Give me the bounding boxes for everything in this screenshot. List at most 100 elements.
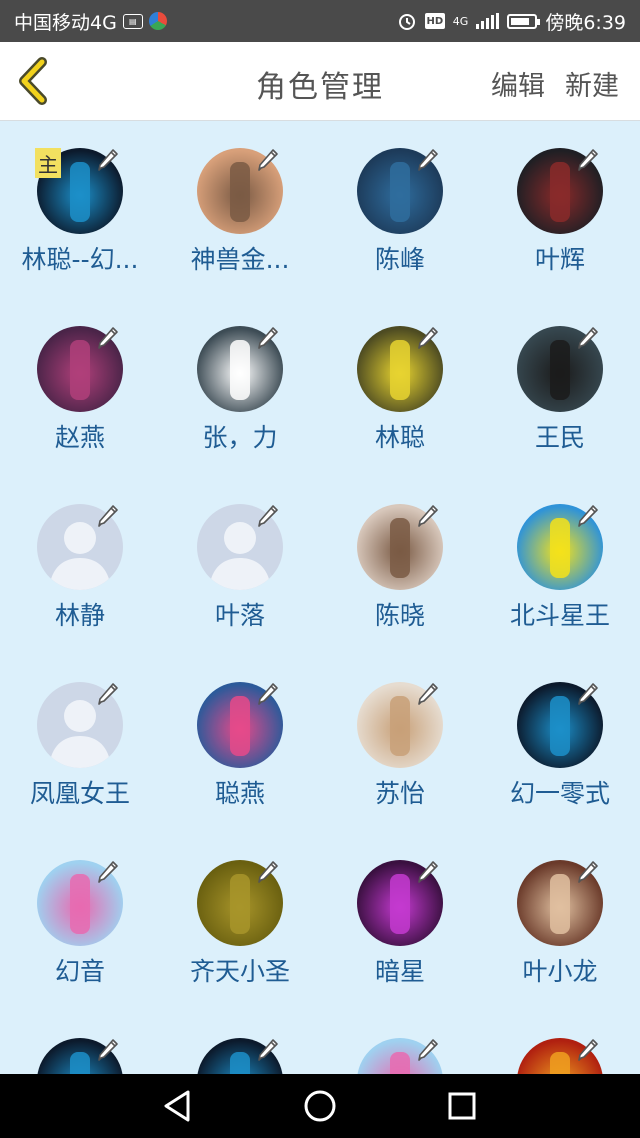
role-item[interactable]: 苏怡 (320, 654, 480, 832)
role-item[interactable]: 张，力 (160, 298, 320, 476)
role-name: 叶小龙 (522, 957, 598, 986)
role-item[interactable]: 叶辉 (480, 120, 640, 298)
pencil-icon[interactable] (255, 502, 281, 528)
role-name: 张，力 (202, 423, 278, 452)
nav-back-button[interactable] (160, 1088, 196, 1124)
sim-icon: ▤ (122, 13, 143, 29)
character-figure (390, 518, 410, 578)
character-figure (390, 1052, 410, 1074)
role-item[interactable]: 凤凰女王 (0, 654, 160, 832)
character-figure (550, 696, 570, 756)
status-bar: 中国移动4G ▤ HD 4G 傍晚6:39 (0, 0, 640, 42)
pencil-icon[interactable] (95, 680, 121, 706)
role-item[interactable]: 神兽金... (160, 120, 320, 298)
role-item[interactable]: 陈晓 (320, 476, 480, 654)
role-item[interactable]: 聪燕 (160, 654, 320, 832)
role-item[interactable] (160, 1010, 320, 1074)
main-role-badge: 主 (35, 148, 61, 178)
pencil-icon[interactable] (575, 146, 601, 172)
nav-recents-button[interactable] (444, 1088, 480, 1124)
role-item[interactable]: 叶小龙 (480, 832, 640, 1010)
role-item[interactable]: 叶落 (160, 476, 320, 654)
character-figure (550, 162, 570, 222)
role-item[interactable]: 主林聪--幻... (0, 120, 160, 298)
circle-home-icon (304, 1090, 336, 1122)
pencil-icon[interactable] (575, 1036, 601, 1062)
role-name: 叶落 (214, 601, 265, 630)
system-nav-bar (0, 1074, 640, 1138)
pencil-icon[interactable] (415, 680, 441, 706)
pencil-icon[interactable] (575, 502, 601, 528)
character-figure (550, 518, 570, 578)
app-notification-icon (148, 12, 167, 30)
role-name: 陈晓 (374, 601, 425, 630)
character-figure (390, 340, 410, 400)
pencil-icon[interactable] (415, 502, 441, 528)
role-grid: 主林聪--幻... 神兽金... 陈峰 叶辉赵燕 张，力 林聪 王民林静 叶落 陈晓 北斗星王凤凰… (0, 120, 640, 1074)
role-item[interactable] (320, 1010, 480, 1074)
pencil-icon[interactable] (255, 324, 281, 350)
pencil-icon[interactable] (575, 680, 601, 706)
triangle-back-icon (164, 1090, 190, 1122)
pencil-icon[interactable] (95, 858, 121, 884)
pencil-icon[interactable] (575, 858, 601, 884)
character-figure (550, 1052, 570, 1074)
alarm-icon (398, 14, 415, 30)
role-name: 幻音 (54, 957, 105, 986)
character-figure (390, 162, 410, 222)
pencil-icon[interactable] (95, 502, 121, 528)
role-item[interactable]: 林聪 (320, 298, 480, 476)
character-figure (550, 874, 570, 934)
pencil-icon[interactable] (255, 1036, 281, 1062)
role-name: 林聪 (374, 423, 425, 452)
role-item[interactable] (0, 1010, 160, 1074)
nav-home-button[interactable] (302, 1088, 338, 1124)
pencil-icon[interactable] (415, 324, 441, 350)
character-figure (230, 340, 250, 400)
role-name: 叶辉 (534, 245, 585, 274)
role-item[interactable]: 北斗星王 (480, 476, 640, 654)
pencil-icon[interactable] (415, 146, 441, 172)
role-item[interactable]: 幻音 (0, 832, 160, 1010)
role-name: 幻一零式 (509, 779, 610, 808)
pencil-icon[interactable] (575, 324, 601, 350)
role-name: 赵燕 (54, 423, 105, 452)
pencil-icon[interactable] (255, 680, 281, 706)
character-figure (390, 696, 410, 756)
pencil-icon[interactable] (415, 1036, 441, 1062)
hd-icon: HD (424, 13, 445, 29)
role-item[interactable]: 王民 (480, 298, 640, 476)
pencil-icon[interactable] (415, 858, 441, 884)
pencil-icon[interactable] (95, 324, 121, 350)
role-name: 齐天小圣 (189, 957, 290, 986)
pencil-icon[interactable] (95, 146, 121, 172)
pencil-icon[interactable] (95, 1036, 121, 1062)
new-button[interactable]: 新建 (565, 64, 619, 103)
role-item[interactable]: 赵燕 (0, 298, 160, 476)
character-figure (230, 874, 250, 934)
role-name: 聪燕 (214, 779, 265, 808)
character-figure (70, 162, 90, 222)
role-name: 神兽金... (190, 245, 290, 274)
character-figure (230, 696, 250, 756)
title-bar: 角色管理 编辑 新建 (0, 42, 640, 121)
clock-label: 傍晚6:39 (545, 11, 626, 34)
role-item[interactable]: 陈峰 (320, 120, 480, 298)
role-name: 暗星 (374, 957, 425, 986)
role-item[interactable]: 齐天小圣 (160, 832, 320, 1010)
role-item[interactable]: 幻一零式 (480, 654, 640, 832)
role-name: 王民 (534, 423, 585, 452)
pencil-icon[interactable] (255, 146, 281, 172)
character-figure (550, 340, 570, 400)
pencil-icon[interactable] (255, 858, 281, 884)
square-recents-icon (448, 1092, 476, 1120)
character-figure (70, 340, 90, 400)
role-item[interactable]: 林静 (0, 476, 160, 654)
role-item[interactable] (480, 1010, 640, 1074)
edit-button[interactable]: 编辑 (491, 64, 545, 103)
character-figure (390, 874, 410, 934)
role-item[interactable]: 暗星 (320, 832, 480, 1010)
carrier-label: 中国移动4G (14, 11, 117, 34)
role-name: 林静 (54, 601, 105, 630)
character-figure (230, 162, 250, 222)
